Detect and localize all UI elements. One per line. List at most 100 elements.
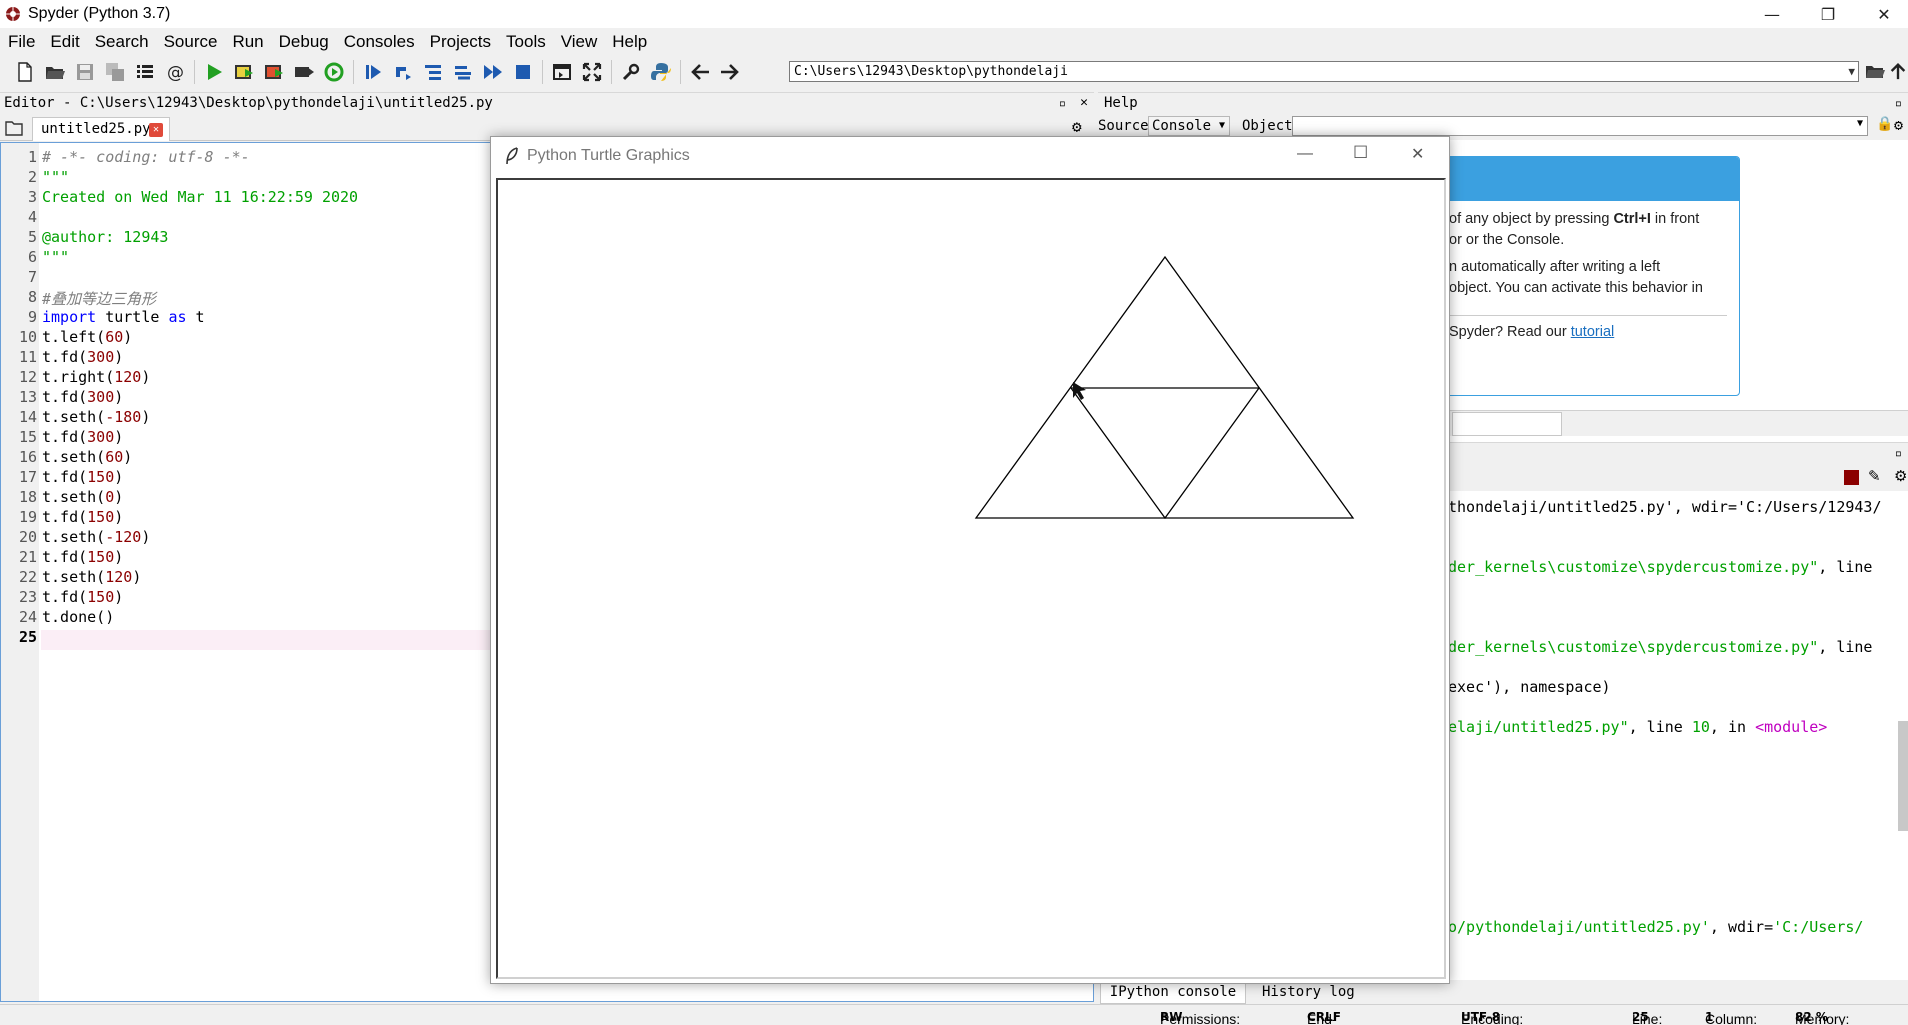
back-button[interactable]	[685, 58, 715, 86]
menu-consoles[interactable]: Consoles	[336, 32, 422, 52]
module-name: turtle	[96, 308, 169, 326]
preferences-button[interactable]	[616, 58, 646, 86]
source-select[interactable]: Console ▼	[1148, 116, 1230, 136]
code-line-20: t.seth(-120)	[42, 528, 151, 546]
console-scrollbar[interactable]	[1898, 721, 1908, 831]
run-cell-button[interactable]	[229, 58, 259, 86]
step-into-icon	[425, 65, 441, 80]
source-label: Source	[1098, 118, 1149, 134]
step-return-button[interactable]	[448, 58, 478, 86]
line-number: 2	[27, 168, 37, 186]
console-tab-strip: IPython console History log	[1098, 982, 1908, 1004]
toolbar-separator	[680, 60, 681, 84]
working-directory-input[interactable]: C:\Users\12943\Desktop\pythondelaji ▼	[789, 61, 1859, 82]
line-number: 9	[27, 308, 37, 326]
open-file-button[interactable]	[40, 58, 70, 86]
tab-help[interactable]	[1452, 412, 1562, 436]
stop-icon	[516, 65, 530, 79]
undock-icon[interactable]: ▫	[1895, 93, 1902, 113]
tutorial-link[interactable]: tutorial	[1571, 324, 1615, 340]
code-line-18: t.seth(0)	[42, 488, 124, 506]
menu-source[interactable]: Source	[156, 32, 225, 52]
continue-button[interactable]	[478, 58, 508, 86]
email-button[interactable]: @	[160, 58, 190, 86]
code-line-11: t.fd(300)	[42, 348, 124, 366]
menu-run[interactable]: Run	[224, 32, 270, 52]
console-line: elaji/untitled25.py", line 10, in <modul…	[1448, 718, 1828, 736]
menu-view[interactable]: View	[553, 32, 605, 52]
maximize-pane-button[interactable]	[547, 58, 577, 86]
close-pane-icon[interactable]: ✕	[1080, 93, 1088, 113]
stop-debug-button[interactable]	[508, 58, 538, 86]
code-line-8: #叠加等边三角形	[42, 290, 157, 308]
parent-directory-button[interactable]	[1888, 60, 1908, 84]
code-line-23: t.fd(150)	[42, 588, 124, 606]
close-tab-icon[interactable]: ✕	[149, 123, 163, 137]
menu-projects[interactable]: Projects	[422, 32, 498, 52]
tab-ipython-console[interactable]: IPython console	[1100, 982, 1246, 1004]
code-line-3: Created on Wed Mar 11 16:22:59 2020	[42, 188, 359, 206]
gear-icon[interactable]: ⚙	[1894, 116, 1903, 134]
run-button[interactable]	[199, 58, 229, 86]
line-number: 25	[18, 628, 37, 646]
arrow-right-icon	[721, 64, 739, 80]
help-text-line: or or the Console.	[1449, 232, 1565, 248]
step-button[interactable]	[388, 58, 418, 86]
fullscreen-button[interactable]	[577, 58, 607, 86]
tab-untitled25[interactable]: untitled25.py ✕	[32, 117, 170, 141]
pythonpath-button[interactable]	[646, 58, 676, 86]
turtle-minimize-button[interactable]: —	[1297, 145, 1313, 163]
run-cell-advance-icon	[265, 65, 283, 79]
menu-help[interactable]: Help	[604, 32, 654, 52]
lock-icon[interactable]: 🔒	[1876, 116, 1893, 132]
save-all-icon	[106, 63, 124, 81]
stop-kernel-icon[interactable]	[1844, 470, 1859, 485]
feather-icon	[506, 147, 518, 165]
help-card-header	[1439, 157, 1739, 201]
menu-search[interactable]: Search	[87, 32, 156, 52]
step-into-button[interactable]	[418, 58, 448, 86]
save-all-button[interactable]	[100, 58, 130, 86]
menu-edit[interactable]: Edit	[42, 32, 86, 52]
code-line-16: t.seth(60)	[42, 448, 133, 466]
object-input[interactable]: ▼	[1292, 116, 1868, 136]
menu-tools[interactable]: Tools	[498, 32, 553, 52]
gear-icon[interactable]: ⚙	[1894, 467, 1907, 485]
forward-button[interactable]	[715, 58, 745, 86]
undock-icon[interactable]: ▫	[1059, 93, 1066, 113]
help-pane-header: Help ▫	[1098, 92, 1908, 112]
folder-open-icon	[46, 67, 65, 79]
chevron-down-icon[interactable]: ▼	[1848, 62, 1855, 81]
turtle-close-button[interactable]: ✕	[1411, 144, 1424, 164]
new-file-button[interactable]	[10, 58, 40, 86]
restore-button[interactable]: ❐	[1800, 0, 1856, 28]
outline-button[interactable]	[130, 58, 160, 86]
turtle-window-title: Python Turtle Graphics	[527, 147, 690, 164]
chevron-down-icon[interactable]: ▼	[1857, 118, 1863, 129]
turtle-maximize-button[interactable]: ☐	[1353, 143, 1368, 163]
menu-file[interactable]: File	[0, 32, 42, 52]
menu-debug[interactable]: Debug	[271, 32, 336, 52]
save-button[interactable]	[70, 58, 100, 86]
tab-history-log[interactable]: History log	[1258, 982, 1358, 1004]
debug-button[interactable]	[358, 58, 388, 86]
browse-tabs-icon[interactable]	[5, 120, 23, 136]
run-cell-advance-button[interactable]	[259, 58, 289, 86]
turtle-canvas[interactable]	[496, 178, 1446, 979]
close-button[interactable]: ✕	[1856, 0, 1908, 28]
triangle-drawing	[974, 255, 1355, 520]
undock-icon[interactable]: ▫	[1895, 443, 1902, 463]
turtle-graphics-window[interactable]: Python Turtle Graphics — ☐ ✕	[490, 136, 1450, 984]
save-icon	[77, 64, 93, 80]
gear-icon[interactable]: ⚙	[1072, 117, 1082, 136]
rerun-button[interactable]	[319, 58, 349, 86]
run-selection-button[interactable]	[289, 58, 319, 86]
line-number: 3	[27, 188, 37, 206]
step-return-icon	[455, 66, 471, 80]
line-number: 7	[27, 268, 37, 286]
alias-name: t	[186, 308, 205, 326]
eraser-icon[interactable]: ✎	[1868, 467, 1881, 485]
turtle-title-bar[interactable]: Python Turtle Graphics — ☐ ✕	[491, 137, 1449, 175]
minimize-button[interactable]: —	[1744, 0, 1800, 28]
browse-directory-button[interactable]	[1864, 60, 1886, 84]
